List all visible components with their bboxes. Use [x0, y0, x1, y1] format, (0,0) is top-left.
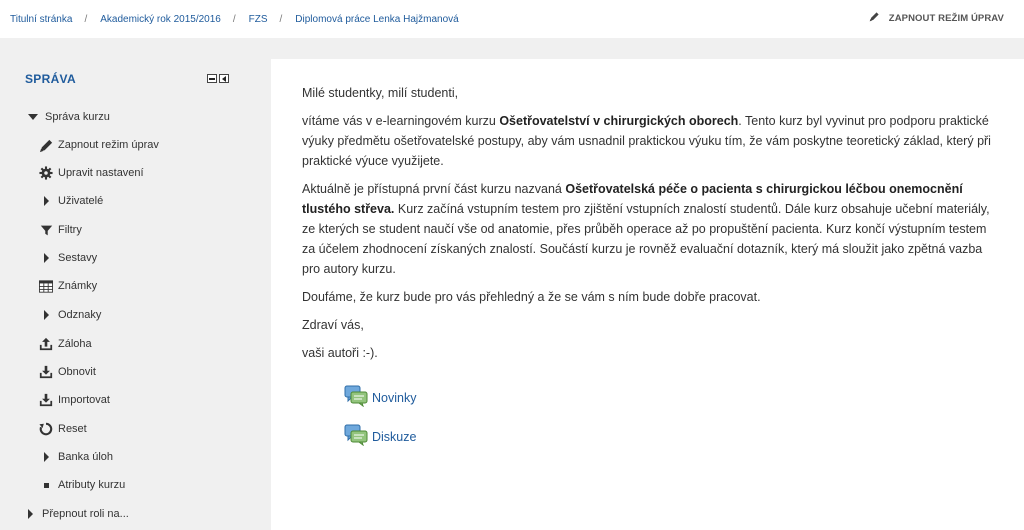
greeting-text: Milé studentky, milí studenti, — [302, 86, 459, 100]
top-navbar: Titulní stránka / Akademický rok 2015/20… — [0, 0, 1024, 38]
caret-right-icon — [38, 193, 54, 209]
breadcrumb-faculty[interactable]: FZS — [249, 14, 268, 25]
regards-text: Zdraví vás, — [302, 318, 364, 332]
sidebar-item-users[interactable]: Uživatelé — [38, 191, 103, 211]
sidebar-item-restore[interactable]: Obnovit — [38, 362, 96, 382]
sidebar-item-question-bank[interactable]: Banka úloh — [38, 447, 113, 467]
sidebar-item-edit-settings[interactable]: Upravit nastavení — [38, 163, 144, 183]
sidebar-item-badges[interactable]: Odznaky — [38, 305, 101, 325]
administration-block: SPRÁVA Správa kurzu Zapnout režim úprav — [0, 59, 271, 530]
sidebar-item-label: Přepnout roli na... — [42, 508, 129, 520]
sidebar-item-course-admin[interactable]: Správa kurzu — [25, 107, 110, 127]
caret-down-icon — [25, 109, 41, 125]
caret-right-icon — [22, 506, 38, 522]
breadcrumb: Titulní stránka / Akademický rok 2015/20… — [0, 14, 459, 25]
sidebar-item-reset[interactable]: Reset — [38, 419, 87, 439]
activity-label[interactable]: Diskuze — [372, 430, 416, 444]
sidebar-item-switch-role[interactable]: Přepnout roli na... — [22, 504, 129, 524]
sidebar-item-filters[interactable]: Filtry — [38, 220, 82, 240]
dock-block-icon[interactable] — [219, 74, 229, 83]
activity-label[interactable]: Novinky — [372, 391, 416, 405]
course-content: Milé studentky, milí studenti, vítáme vá… — [271, 59, 1024, 530]
breadcrumb-course[interactable]: Diplomová práce Lenka Hajžmanová — [295, 14, 458, 25]
course-name: Ošetřovatelství v chirurgických oborech — [499, 114, 739, 128]
download-icon — [38, 392, 54, 408]
sidebar-item-label: Sestavy — [58, 252, 98, 264]
sidebar-item-label: Filtry — [58, 224, 82, 236]
caret-right-icon — [38, 250, 54, 266]
course-summary: Milé studentky, milí studenti, vítáme vá… — [302, 83, 992, 371]
breadcrumb-separator: / — [232, 13, 236, 25]
forum-icon — [344, 424, 368, 449]
reset-icon — [38, 421, 54, 437]
sidebar-item-label: Záloha — [58, 338, 92, 350]
collapse-block-icon[interactable] — [207, 74, 217, 83]
sidebar-item-turn-editing-on[interactable]: Zapnout režim úprav — [38, 135, 159, 155]
activity-news-forum[interactable]: Novinky — [344, 385, 416, 410]
sidebar-item-label: Uživatelé — [58, 195, 104, 207]
sidebar-item-label: Známky — [58, 280, 98, 292]
sidebar-item-label: Reset — [58, 423, 87, 435]
sidebar-item-reports[interactable]: Sestavy — [38, 248, 97, 268]
bullet-icon — [38, 477, 54, 493]
sidebar-item-import[interactable]: Importovat — [38, 390, 110, 410]
block-title: SPRÁVA — [25, 72, 76, 86]
download-icon — [38, 364, 54, 380]
sidebar-item-label: Importovat — [58, 394, 110, 406]
caret-right-icon — [38, 307, 54, 323]
breadcrumb-home[interactable]: Titulní stránka — [10, 14, 72, 25]
edit-mode-toggle-button[interactable]: ZAPNOUT REŽIM ÚPRAV — [869, 11, 1004, 25]
sidebar-item-course-attributes[interactable]: Atributy kurzu — [38, 475, 125, 495]
upload-icon — [38, 336, 54, 352]
sidebar-item-label: Odznaky — [58, 309, 102, 321]
gear-icon — [38, 165, 54, 181]
signature-text: vaši autoři :-). — [302, 346, 378, 360]
pencil-icon — [869, 11, 880, 25]
forum-icon — [344, 385, 368, 410]
sidebar-item-grades[interactable]: Známky — [38, 276, 97, 296]
sidebar-item-label: Upravit nastavení — [58, 167, 144, 179]
sidebar-item-label: Správa kurzu — [45, 111, 110, 123]
filter-icon — [38, 222, 54, 238]
table-icon — [38, 278, 54, 294]
description-paragraph: Aktuálně je přístupná první část kurzu n… — [302, 182, 990, 276]
breadcrumb-academic-year[interactable]: Akademický rok 2015/2016 — [100, 14, 221, 25]
edit-mode-toggle-label: ZAPNOUT REŽIM ÚPRAV — [888, 12, 1004, 24]
sidebar-item-backup[interactable]: Záloha — [38, 334, 92, 354]
sidebar-item-label: Obnovit — [58, 366, 96, 378]
caret-right-icon — [38, 449, 54, 465]
pencil-icon — [38, 137, 54, 153]
activity-discussion-forum[interactable]: Diskuze — [344, 424, 416, 449]
intro-paragraph: vítáme vás v e-learningovém kurzu Ošetřo… — [302, 114, 991, 168]
block-controls — [207, 74, 229, 83]
breadcrumb-separator: / — [279, 13, 283, 25]
sidebar-item-label: Banka úloh — [58, 451, 114, 463]
breadcrumb-separator: / — [84, 13, 88, 25]
wish-paragraph: Doufáme, že kurz bude pro vás přehledný … — [302, 290, 761, 304]
sidebar-item-label: Atributy kurzu — [58, 479, 126, 491]
sidebar-item-label: Zapnout režim úprav — [58, 139, 159, 151]
